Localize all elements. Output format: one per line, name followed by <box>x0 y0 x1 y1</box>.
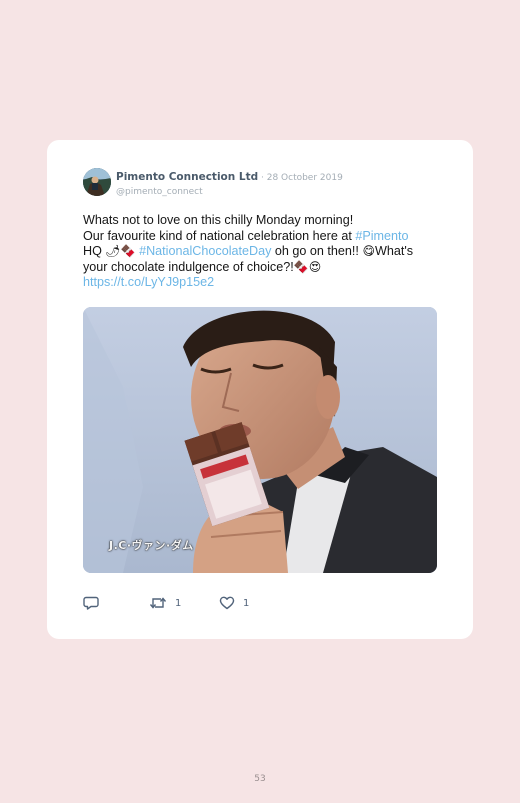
reply-icon <box>83 596 99 610</box>
yum-emoji: 😋 <box>362 244 375 258</box>
retweet-button[interactable]: 1 <box>149 595 181 611</box>
heart-icon <box>219 596 235 610</box>
display-name[interactable]: Pimento Connection Ltd <box>116 171 258 183</box>
reply-button[interactable] <box>83 595 99 611</box>
page-number: 53 <box>254 774 266 784</box>
text-segment: Our favourite kind of national celebrati… <box>83 228 356 243</box>
like-button[interactable]: 1 <box>219 595 249 611</box>
tweet-text-line: HQ 🌶🍫 #NationalChocolateDay oh go on the… <box>83 244 443 260</box>
text-segment: your chocolate indulgence of choice?! <box>83 259 294 274</box>
text-segment: HQ <box>83 244 106 258</box>
tweet-text: Whats not to love on this chilly Monday … <box>83 213 443 291</box>
tweet-actions: 1 1 <box>83 595 383 611</box>
date-separator: · <box>258 173 267 183</box>
retweet-icon <box>149 596 167 610</box>
tweet-date[interactable]: 28 October 2019 <box>267 173 343 183</box>
media-caption: J.C·ヴァン·ダム <box>109 539 194 552</box>
chocolate-emoji: 🍫 <box>293 259 309 274</box>
tweet-text-line: your chocolate indulgence of choice?!🍫😍 <box>83 260 443 276</box>
tweet-media[interactable]: J.C·ヴァン·ダム <box>83 307 437 573</box>
hashtag-national-chocolate-day[interactable]: #NationalChocolateDay <box>139 244 271 258</box>
text-segment: oh go on then!! <box>271 244 363 258</box>
retweet-count: 1 <box>175 597 182 609</box>
tweet-text-line: Whats not to love on this chilly Monday … <box>83 213 354 227</box>
tweet-link[interactable]: https://t.co/LyYJ9p15e2 <box>83 275 443 291</box>
heart-eyes-emoji: 😍 <box>308 259 322 274</box>
avatar[interactable] <box>83 168 111 196</box>
user-handle[interactable]: @pimento_connect <box>116 186 343 199</box>
tweet-text-line: Our favourite kind of national celebrati… <box>83 229 443 245</box>
tweet-header: Pimento Connection Ltd · 28 October 2019… <box>83 168 443 198</box>
like-count: 1 <box>243 597 250 609</box>
text-segment: What's <box>374 244 414 258</box>
tweet-author: Pimento Connection Ltd · 28 October 2019… <box>116 169 343 199</box>
media-image <box>83 307 437 573</box>
chilli-emoji: 🌶 <box>105 244 121 258</box>
chocolate-emoji: 🍫 <box>120 244 136 258</box>
tweet-card: Pimento Connection Ltd · 28 October 2019… <box>47 140 473 639</box>
hashtag-pimento[interactable]: #Pimento <box>355 229 408 243</box>
